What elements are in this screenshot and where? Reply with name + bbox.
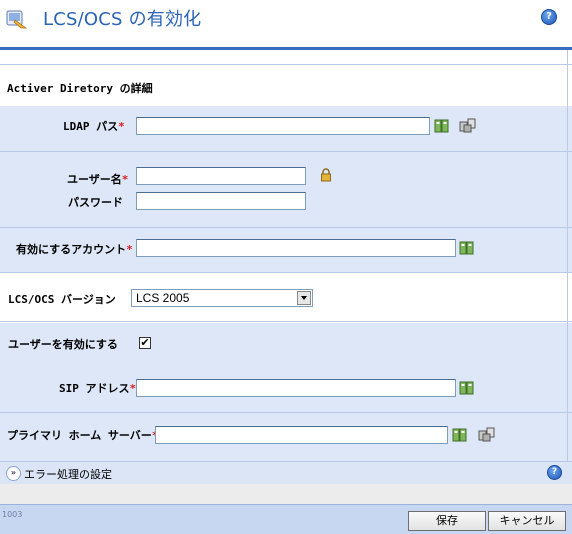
address-book-icon[interactable] [459,381,475,395]
address-book-icon[interactable] [459,241,475,255]
username-input[interactable] [136,167,306,185]
page-number: 1003 [2,510,23,519]
sip-address-input[interactable] [136,379,456,397]
account-input[interactable] [136,239,456,257]
home-server-label: プライマリ ホーム サーバー* [7,429,158,442]
app-logo-icon [6,10,28,29]
address-book-icon[interactable] [434,119,450,133]
ldap-label: LDAP パス* [63,120,125,133]
page-header: LCS/OCS の有効化 ? [0,0,572,47]
browse-directory-icon[interactable] [478,426,496,442]
ldap-path-input[interactable] [136,117,430,135]
footer: 1003 保存 キャンセル [0,504,572,534]
expand-icon[interactable]: » [6,466,21,481]
help-icon[interactable]: ? [547,465,562,480]
version-selected-value: LCS 2005 [136,291,190,305]
password-label: パスワード [68,196,123,209]
lock-icon [321,168,331,182]
error-handling-section[interactable]: » エラー処理の設定 ? [0,461,572,484]
section-title: Activer Diretory の詳細 [7,82,153,95]
cancel-button[interactable]: キャンセル [488,511,566,531]
username-label: ユーザー名* [67,173,129,186]
enable-user-label: ユーザーを有効にする [8,338,118,351]
error-handling-label: エラー処理の設定 [24,468,112,481]
account-label: 有効にするアカウント* [16,243,133,256]
credentials-row [0,152,572,227]
home-server-input[interactable] [155,426,448,444]
help-icon[interactable]: ? [541,9,557,25]
enable-user-checkbox[interactable]: ✔ [139,337,151,349]
version-label: LCS/OCS バージョン [8,293,116,306]
save-button[interactable]: 保存 [408,511,486,531]
sip-label: SIP アドレス* [59,382,137,395]
page-title: LCS/OCS の有効化 [43,9,202,30]
dropdown-arrow-icon[interactable] [297,291,311,305]
version-select[interactable]: LCS 2005 [131,289,313,307]
address-book-icon[interactable] [452,428,468,442]
browse-directory-icon[interactable] [459,117,477,133]
password-input[interactable] [136,192,306,210]
